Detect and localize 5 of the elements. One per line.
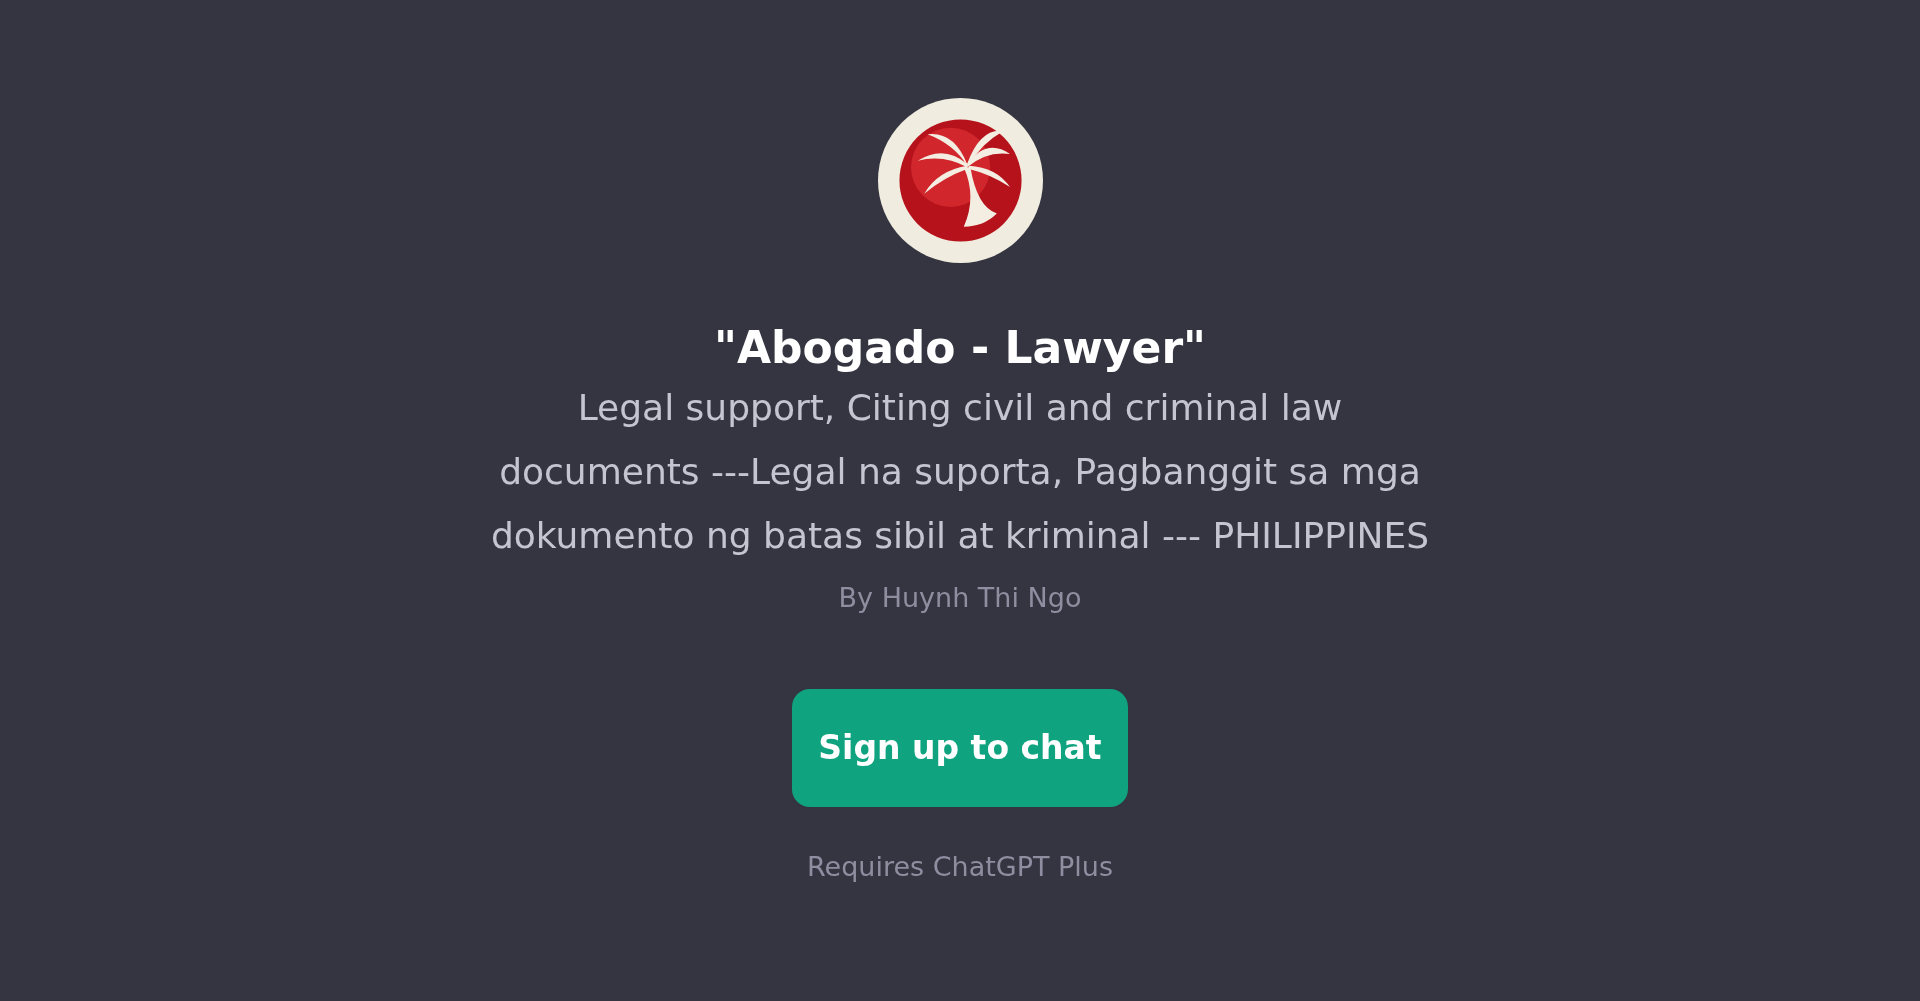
app-description: Legal support, Citing civil and criminal law documents ---Legal na suporta, Pagbanggit sa mga dokumento ng batas sibil at kriminal --- PHILIPPINES [489,386,1431,559]
app-title: "Abogado - Lawyer" [713,321,1206,375]
signup-button[interactable]: Sign up to chat [792,688,1128,807]
author-name: By Huynh Thi Ngo [838,581,1082,616]
requirement-note: Requires ChatGPT Plus [807,849,1113,884]
